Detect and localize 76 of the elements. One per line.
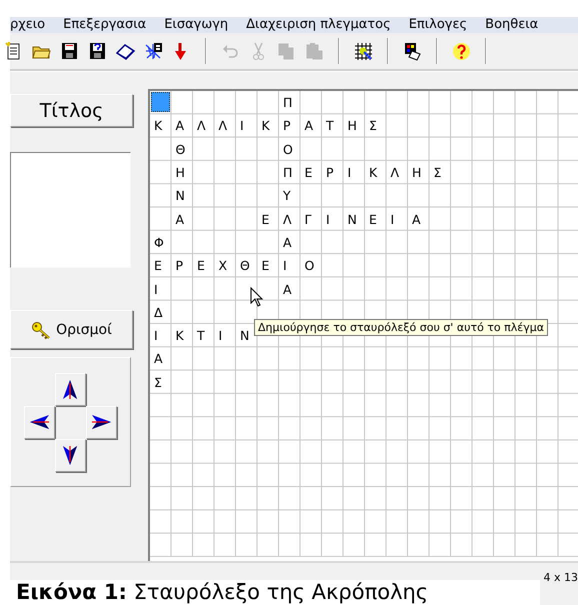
- grid-letter[interactable]: Η: [408, 160, 430, 184]
- grid-letter[interactable]: Ι: [150, 324, 172, 348]
- menu-item[interactable]: ρχειο: [10, 17, 54, 33]
- grid-letter[interactable]: Α: [172, 114, 193, 138]
- menu-item[interactable]: Εισαγωγη: [164, 17, 236, 33]
- grid-letter[interactable]: Λ: [214, 114, 236, 138]
- color-palette-icon[interactable]: [403, 42, 422, 60]
- figure-caption: Εικόνα 1: Σταυρόλεξο της Ακρόπολης: [10, 580, 540, 605]
- selected-cell[interactable]: [151, 92, 170, 112]
- grid-letter[interactable]: Δ: [150, 300, 172, 324]
- grid-letter[interactable]: Ι: [150, 277, 172, 301]
- grid-letter[interactable]: Ε: [258, 254, 279, 278]
- title-button[interactable]: Τίτλος: [10, 94, 133, 127]
- grid-letter[interactable]: Α: [408, 207, 430, 231]
- grid-letter[interactable]: Ε: [300, 160, 322, 184]
- grid-letter[interactable]: Α: [300, 114, 322, 138]
- grid-letter[interactable]: Ρ: [322, 160, 344, 184]
- grid-icon[interactable]: [354, 42, 373, 60]
- word-grid-icon[interactable]: [144, 42, 163, 60]
- grid-letter[interactable]: Λ: [279, 207, 300, 231]
- grid-letter[interactable]: Θ: [236, 254, 258, 278]
- menu-item[interactable]: Βοηθεια: [485, 17, 546, 33]
- grid-letter[interactable]: Ι: [386, 207, 408, 231]
- grid-letter[interactable]: Π: [279, 160, 300, 184]
- menu-item[interactable]: Επιλογες: [408, 17, 476, 33]
- grid-letter[interactable]: Ο: [300, 254, 322, 278]
- menu-item[interactable]: Διαχειριση πλεγματος: [246, 17, 399, 33]
- grid-letter[interactable]: Τ: [193, 324, 214, 348]
- grid-letter[interactable]: Θ: [172, 138, 193, 161]
- grid-letter[interactable]: Ι: [322, 207, 344, 231]
- grid-letter[interactable]: Α: [172, 207, 193, 231]
- grid-letter[interactable]: Α: [279, 277, 300, 301]
- grid-letter[interactable]: Χ: [214, 254, 236, 278]
- title-input-field[interactable]: [10, 152, 131, 268]
- grid-letter[interactable]: Ο: [279, 138, 300, 161]
- grid-letter[interactable]: Σ: [365, 114, 386, 138]
- grid-letter[interactable]: Κ: [365, 160, 386, 184]
- grid-letter[interactable]: Τ: [322, 114, 344, 138]
- grid-letter[interactable]: Ι: [214, 324, 236, 348]
- grid-letter[interactable]: Κ: [172, 324, 193, 348]
- grid-letter[interactable]: Φ: [150, 230, 172, 254]
- menu-item[interactable]: Επεξεργασια: [63, 17, 154, 33]
- key-icon: [31, 320, 52, 338]
- grid-letter[interactable]: Ι: [236, 114, 258, 138]
- grid-letter[interactable]: Ι: [279, 254, 300, 278]
- grid-letter[interactable]: Ε: [365, 207, 386, 231]
- down-arrow-button[interactable]: [55, 438, 86, 472]
- grid-letter[interactable]: Η: [344, 114, 365, 138]
- up-arrow-button[interactable]: [55, 372, 86, 406]
- grid-size-text: 4 x 13: [544, 571, 578, 584]
- grid-letter[interactable]: Γ: [300, 207, 322, 231]
- grid-letter[interactable]: Ε: [258, 207, 279, 231]
- grid-letter[interactable]: Λ: [193, 114, 214, 138]
- grid-letter[interactable]: Κ: [258, 114, 279, 138]
- grid-letter[interactable]: Ι: [344, 160, 365, 184]
- grid-letter[interactable]: Α: [150, 347, 172, 371]
- grid-letter[interactable]: Σ: [150, 370, 172, 394]
- grid-letter[interactable]: Λ: [386, 160, 408, 184]
- grid-letter[interactable]: Ε: [150, 254, 172, 278]
- grid-letter[interactable]: Η: [172, 160, 193, 184]
- help-icon[interactable]: [452, 42, 471, 60]
- grid-letter[interactable]: Ρ: [172, 254, 193, 278]
- left-arrow-button[interactable]: [24, 406, 55, 438]
- grid-letter[interactable]: Ε: [193, 254, 214, 278]
- grid-letter[interactable]: Α: [279, 230, 300, 254]
- grid-letter[interactable]: Υ: [279, 184, 300, 208]
- grid-letter[interactable]: Ν: [172, 184, 193, 208]
- grid-letter[interactable]: Ν: [344, 207, 365, 231]
- right-arrow-button[interactable]: [86, 406, 117, 438]
- definitions-button[interactable]: Ορισμοί: [10, 310, 133, 349]
- grid-letter[interactable]: Κ: [150, 114, 172, 138]
- grid-letter[interactable]: Σ: [430, 160, 451, 184]
- mouse-pointer-icon: [250, 287, 264, 307]
- tooltip: Δημιούργησε το σταυρόλεξό σου σ' αυτό το πλέγμα: [254, 319, 548, 336]
- grid-letter[interactable]: Ρ: [279, 114, 300, 138]
- grid-letter[interactable]: Π: [279, 91, 300, 114]
